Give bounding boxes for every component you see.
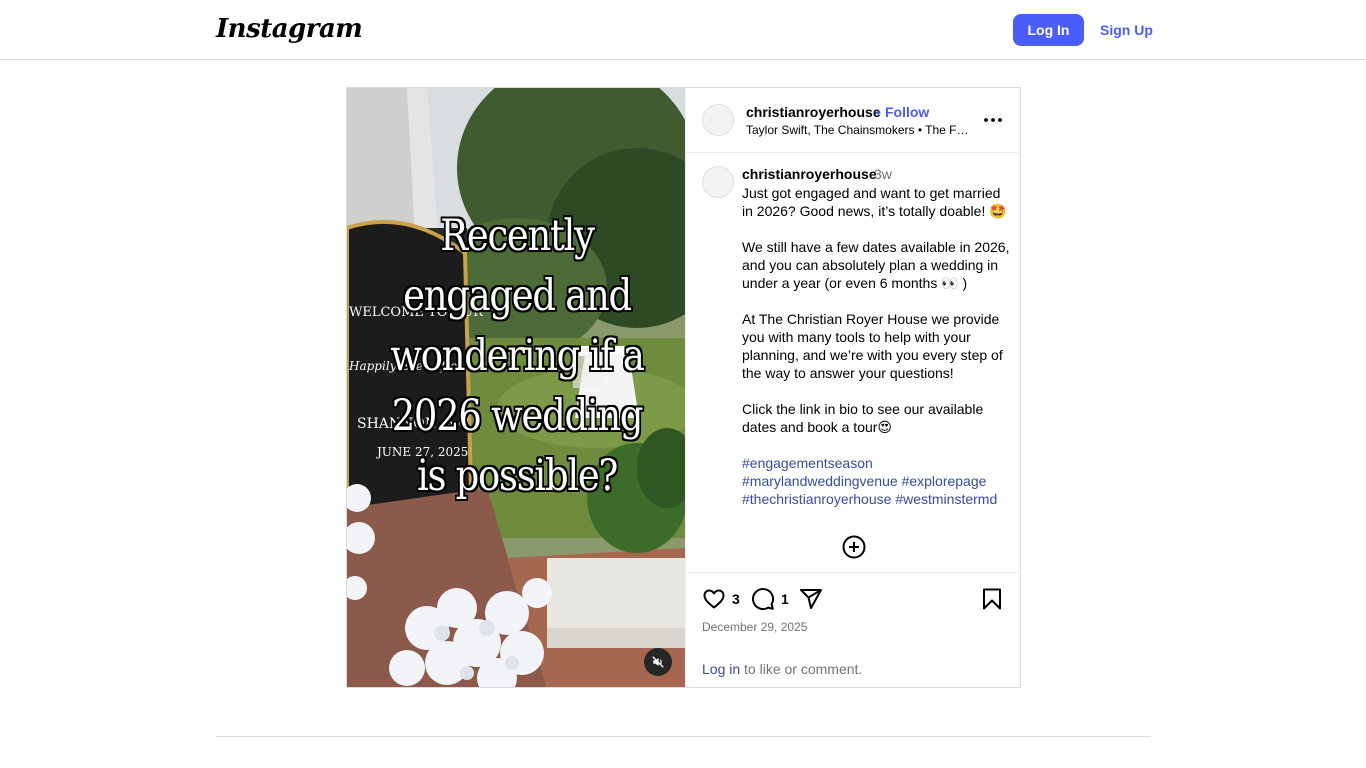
- caption-paragraph: We still have a few dates available in 2…: [742, 239, 1010, 291]
- caption-paragraph: Click the link in bio to see our availab…: [742, 401, 984, 435]
- post-card: WELCOME TO OUR Happily Ever After SHANNO…: [346, 87, 1021, 688]
- header-separator: •: [876, 104, 881, 120]
- caption-paragraph: At The Christian Royer House we provide …: [742, 311, 1003, 381]
- hashtag-link[interactable]: #westminstermd: [895, 491, 997, 507]
- speaker-muted-icon: [652, 656, 664, 668]
- post-sidebar: christianroyerhouse • Follow Taylor Swif…: [685, 88, 1021, 687]
- mute-button[interactable]: [644, 648, 672, 676]
- audio-attribution[interactable]: Taylor Swift, The Chainsmokers • The Fat…: [746, 123, 974, 137]
- post-date[interactable]: December 29, 2025: [702, 620, 807, 634]
- post-header: christianroyerhouse • Follow Taylor Swif…: [686, 88, 1021, 153]
- hashtag-link[interactable]: #explorepage: [902, 473, 987, 489]
- hashtag-link[interactable]: #thechristianroyerhouse: [742, 491, 891, 507]
- author-avatar[interactable]: [702, 104, 734, 136]
- post-actions: 3 1 December 29, 2025 Log in to like or …: [686, 574, 1021, 687]
- caption-paragraph: Just got engaged and want to get married…: [742, 185, 1007, 219]
- top-nav: Instagram Log In Sign Up: [0, 0, 1366, 60]
- share-button[interactable]: [799, 586, 823, 612]
- login-prompt: Log in to like or comment.: [702, 661, 862, 677]
- login-prompt-text: to like or comment.: [740, 661, 863, 677]
- author-username[interactable]: christianroyerhouse: [746, 104, 881, 120]
- load-more-comments-button[interactable]: [841, 534, 867, 560]
- footer-divider: [216, 736, 1151, 737]
- comment-count[interactable]: 1: [781, 591, 789, 607]
- more-options-icon: [984, 118, 1002, 122]
- like-button[interactable]: 3: [702, 586, 740, 612]
- caption-section: christianroyerhouse 3w Just got engaged …: [686, 154, 1021, 573]
- video-overlay-text: Recently engaged and wondering if a 2026…: [390, 211, 645, 501]
- heart-icon: [703, 589, 725, 609]
- caption-timestamp[interactable]: 3w: [874, 166, 892, 182]
- caption-text: Just got engaged and want to get married…: [742, 184, 1012, 508]
- caption-avatar[interactable]: [702, 166, 734, 198]
- instagram-logo[interactable]: Instagram: [216, 14, 363, 44]
- hashtags: #engagementseason #marylandweddingvenue …: [742, 454, 1012, 508]
- comment-button[interactable]: 1: [751, 586, 789, 612]
- comment-icon: [752, 588, 775, 611]
- hashtag-link[interactable]: #marylandweddingvenue: [742, 473, 898, 489]
- caption-username[interactable]: christianroyerhouse: [742, 166, 877, 182]
- bookmark-icon: [983, 588, 1001, 610]
- plus-circle-icon: [842, 535, 866, 559]
- login-button[interactable]: Log In: [1013, 14, 1084, 46]
- save-button[interactable]: [980, 586, 1004, 612]
- follow-button[interactable]: Follow: [885, 104, 929, 120]
- like-count[interactable]: 3: [732, 591, 740, 607]
- more-options-button[interactable]: [980, 108, 1006, 132]
- post-video[interactable]: WELCOME TO OUR Happily Ever After SHANNO…: [347, 88, 685, 687]
- signup-button[interactable]: Sign Up: [1098, 14, 1155, 46]
- hashtag-link[interactable]: #engagementseason: [742, 455, 873, 471]
- login-link[interactable]: Log in: [702, 661, 740, 677]
- share-icon: [800, 589, 822, 609]
